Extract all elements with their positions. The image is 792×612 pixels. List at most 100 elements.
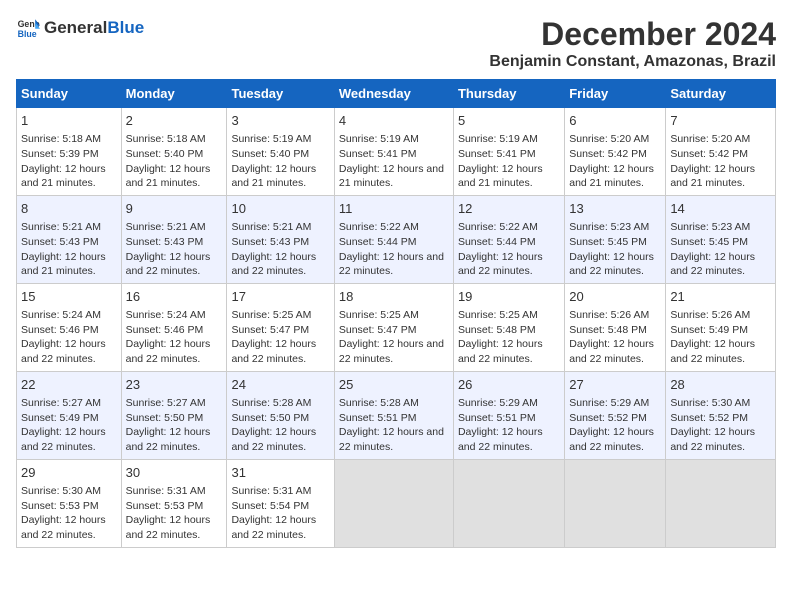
calendar-cell: 19 Sunrise: 5:25 AMSunset: 5:48 PMDayligh… — [453, 283, 564, 371]
day-number: 7 — [670, 112, 771, 130]
day-number: 14 — [670, 200, 771, 218]
calendar-week-row: 8 Sunrise: 5:21 AMSunset: 5:43 PMDaylight… — [17, 195, 776, 283]
day-info: Sunrise: 5:19 AMSunset: 5:40 PMDaylight:… — [231, 132, 329, 191]
day-number: 1 — [21, 112, 117, 130]
title-area: December 2024 Benjamin Constant, Amazona… — [489, 16, 776, 71]
calendar-cell: 23 Sunrise: 5:27 AMSunset: 5:50 PMDayligh… — [121, 371, 227, 459]
day-info: Sunrise: 5:27 AMSunset: 5:50 PMDaylight:… — [126, 396, 223, 455]
day-info: Sunrise: 5:20 AMSunset: 5:42 PMDaylight:… — [569, 132, 661, 191]
day-number: 24 — [231, 376, 329, 394]
day-number: 11 — [339, 200, 449, 218]
calendar-cell: 31 Sunrise: 5:31 AMSunset: 5:54 PMDayligh… — [227, 459, 334, 547]
logo-icon: General Blue — [16, 16, 40, 40]
day-info: Sunrise: 5:18 AMSunset: 5:39 PMDaylight:… — [21, 132, 117, 191]
calendar-cell: 28Sunrise: 5:30 AMSunset: 5:52 PMDayligh… — [666, 371, 776, 459]
calendar-cell: 29 Sunrise: 5:30 AMSunset: 5:53 PMDayligh… — [17, 459, 122, 547]
day-info: Sunrise: 5:22 AMSunset: 5:44 PMDaylight:… — [458, 220, 560, 279]
header-saturday: Saturday — [666, 80, 776, 108]
day-info: Sunrise: 5:25 AMSunset: 5:48 PMDaylight:… — [458, 308, 560, 367]
day-number: 28 — [670, 376, 771, 394]
day-info: Sunrise: 5:28 AMSunset: 5:50 PMDaylight:… — [231, 396, 329, 455]
calendar-cell: 4 Sunrise: 5:19 AMSunset: 5:41 PMDaylight… — [334, 108, 453, 196]
day-number: 17 — [231, 288, 329, 306]
day-number: 21 — [670, 288, 771, 306]
calendar-cell: 13Sunrise: 5:23 AMSunset: 5:45 PMDayligh… — [565, 195, 666, 283]
header-wednesday: Wednesday — [334, 80, 453, 108]
logo-general-text: General — [44, 18, 107, 37]
calendar-cell: 25 Sunrise: 5:28 AMSunset: 5:51 PMDayligh… — [334, 371, 453, 459]
day-number: 31 — [231, 464, 329, 482]
page-title: December 2024 — [489, 16, 776, 53]
day-info: Sunrise: 5:20 AMSunset: 5:42 PMDaylight:… — [670, 132, 771, 191]
calendar-cell: 9 Sunrise: 5:21 AMSunset: 5:43 PMDaylight… — [121, 195, 227, 283]
day-number: 19 — [458, 288, 560, 306]
calendar-cell: 30Sunrise: 5:31 AMSunset: 5:53 PMDayligh… — [121, 459, 227, 547]
calendar-cell — [565, 459, 666, 547]
svg-text:Blue: Blue — [18, 29, 37, 39]
calendar-cell: 8 Sunrise: 5:21 AMSunset: 5:43 PMDaylight… — [17, 195, 122, 283]
calendar-cell: 21 Sunrise: 5:26 AMSunset: 5:49 PMDayligh… — [666, 283, 776, 371]
calendar-week-row: 22 Sunrise: 5:27 AMSunset: 5:49 PMDayligh… — [17, 371, 776, 459]
day-number: 4 — [339, 112, 449, 130]
calendar-cell: 22 Sunrise: 5:27 AMSunset: 5:49 PMDayligh… — [17, 371, 122, 459]
day-info: Sunrise: 5:21 AMSunset: 5:43 PMDaylight:… — [231, 220, 329, 279]
day-number: 27 — [569, 376, 661, 394]
header-thursday: Thursday — [453, 80, 564, 108]
calendar-cell: 17 Sunrise: 5:25 AMSunset: 5:47 PMDayligh… — [227, 283, 334, 371]
day-number: 2 — [126, 112, 223, 130]
day-info: Sunrise: 5:29 AMSunset: 5:51 PMDaylight:… — [458, 396, 560, 455]
day-number: 26 — [458, 376, 560, 394]
day-number: 23 — [126, 376, 223, 394]
calendar-cell: 16Sunrise: 5:24 AMSunset: 5:46 PMDayligh… — [121, 283, 227, 371]
day-info: Sunrise: 5:31 AMSunset: 5:54 PMDaylight:… — [231, 484, 329, 543]
calendar-cell — [453, 459, 564, 547]
day-number: 6 — [569, 112, 661, 130]
calendar-cell: 18 Sunrise: 5:25 AMSunset: 5:47 PMDayligh… — [334, 283, 453, 371]
day-info: Sunrise: 5:23 AMSunset: 5:45 PMDaylight:… — [569, 220, 661, 279]
page-header: General Blue General Blue December 2024 B… — [16, 16, 776, 71]
day-number: 22 — [21, 376, 117, 394]
day-info: Sunrise: 5:26 AMSunset: 5:49 PMDaylight:… — [670, 308, 771, 367]
day-info: Sunrise: 5:19 AMSunset: 5:41 PMDaylight:… — [339, 132, 449, 191]
calendar-cell: 26 Sunrise: 5:29 AMSunset: 5:51 PMDayligh… — [453, 371, 564, 459]
day-number: 20 — [569, 288, 661, 306]
calendar-cell: 11Sunrise: 5:22 AMSunset: 5:44 PMDayligh… — [334, 195, 453, 283]
calendar-cell: 10 Sunrise: 5:21 AMSunset: 5:43 PMDayligh… — [227, 195, 334, 283]
calendar-cell: 24 Sunrise: 5:28 AMSunset: 5:50 PMDayligh… — [227, 371, 334, 459]
day-info: Sunrise: 5:26 AMSunset: 5:48 PMDaylight:… — [569, 308, 661, 367]
calendar-cell: 1 Sunrise: 5:18 AMSunset: 5:39 PMDaylight… — [17, 108, 122, 196]
day-info: Sunrise: 5:28 AMSunset: 5:51 PMDaylight:… — [339, 396, 449, 455]
day-info: Sunrise: 5:27 AMSunset: 5:49 PMDaylight:… — [21, 396, 117, 455]
calendar-cell: 20 Sunrise: 5:26 AMSunset: 5:48 PMDayligh… — [565, 283, 666, 371]
day-number: 8 — [21, 200, 117, 218]
header-friday: Friday — [565, 80, 666, 108]
day-info: Sunrise: 5:25 AMSunset: 5:47 PMDaylight:… — [339, 308, 449, 367]
header-tuesday: Tuesday — [227, 80, 334, 108]
day-number: 29 — [21, 464, 117, 482]
day-info: Sunrise: 5:18 AMSunset: 5:40 PMDaylight:… — [126, 132, 223, 191]
day-info: Sunrise: 5:25 AMSunset: 5:47 PMDaylight:… — [231, 308, 329, 367]
calendar-cell: 3Sunrise: 5:19 AMSunset: 5:40 PMDaylight… — [227, 108, 334, 196]
calendar-cell: 27 Sunrise: 5:29 AMSunset: 5:52 PMDayligh… — [565, 371, 666, 459]
day-info: Sunrise: 5:19 AMSunset: 5:41 PMDaylight:… — [458, 132, 560, 191]
calendar-cell: 5 Sunrise: 5:19 AMSunset: 5:41 PMDaylight… — [453, 108, 564, 196]
day-info: Sunrise: 5:21 AMSunset: 5:43 PMDaylight:… — [126, 220, 223, 279]
header-sunday: Sunday — [17, 80, 122, 108]
day-info: Sunrise: 5:29 AMSunset: 5:52 PMDaylight:… — [569, 396, 661, 455]
day-number: 9 — [126, 200, 223, 218]
calendar-cell — [666, 459, 776, 547]
day-number: 5 — [458, 112, 560, 130]
weekday-header-row: Sunday Monday Tuesday Wednesday Thursday… — [17, 80, 776, 108]
calendar-cell: 15Sunrise: 5:24 AMSunset: 5:46 PMDayligh… — [17, 283, 122, 371]
calendar-cell — [334, 459, 453, 547]
calendar-week-row: 15Sunrise: 5:24 AMSunset: 5:46 PMDayligh… — [17, 283, 776, 371]
day-number: 18 — [339, 288, 449, 306]
day-number: 16 — [126, 288, 223, 306]
day-number: 10 — [231, 200, 329, 218]
calendar-week-row: 29 Sunrise: 5:30 AMSunset: 5:53 PMDayligh… — [17, 459, 776, 547]
day-number: 25 — [339, 376, 449, 394]
calendar-cell: 2 Sunrise: 5:18 AMSunset: 5:40 PMDaylight… — [121, 108, 227, 196]
day-info: Sunrise: 5:30 AMSunset: 5:53 PMDaylight:… — [21, 484, 117, 543]
day-info: Sunrise: 5:21 AMSunset: 5:43 PMDaylight:… — [21, 220, 117, 279]
day-info: Sunrise: 5:31 AMSunset: 5:53 PMDaylight:… — [126, 484, 223, 543]
